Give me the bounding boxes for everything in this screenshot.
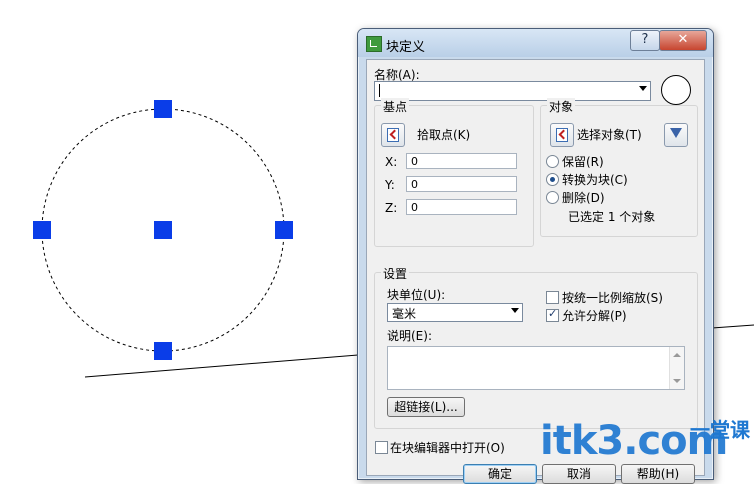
description-label: 说明(E): xyxy=(387,329,432,343)
select-objects-label: 选择对象(T) xyxy=(577,128,642,142)
y-input[interactable]: 0 xyxy=(406,176,517,192)
line-segment[interactable] xyxy=(84,354,359,378)
pick-point-button[interactable] xyxy=(381,123,405,147)
description-scrollbar[interactable] xyxy=(669,347,684,389)
title-bar[interactable]: 块定义 ? ✕ xyxy=(358,29,713,57)
retain-radio[interactable] xyxy=(546,155,559,168)
pick-point-icon xyxy=(387,128,399,142)
settings-title: 设置 xyxy=(381,265,410,282)
app-icon xyxy=(366,36,382,52)
help-button[interactable]: 帮助(H) xyxy=(621,464,695,484)
allow-explode-checkbox[interactable] xyxy=(546,307,559,322)
select-objects-icon xyxy=(556,128,568,142)
dialog-body: 名称(A): 基点 拾取点(K) X: 0 Y: 0 Z: 0 对象 选择对象(… xyxy=(366,59,705,484)
dialog-title: 块定义 xyxy=(386,40,426,55)
grip-center[interactable] xyxy=(154,221,172,239)
text-caret xyxy=(379,84,380,97)
select-objects-button[interactable] xyxy=(550,123,574,147)
z-label: Z: xyxy=(385,201,398,215)
x-input[interactable]: 0 xyxy=(406,153,517,169)
block-unit-select[interactable]: 毫米 xyxy=(387,303,523,322)
objects-title: 对象 xyxy=(547,98,576,115)
block-unit-label: 块单位(U): xyxy=(387,288,446,302)
base-point-title: 基点 xyxy=(381,98,410,115)
grip-right[interactable] xyxy=(275,221,293,239)
delete-radio[interactable] xyxy=(546,191,559,204)
close-button[interactable]: ✕ xyxy=(659,30,707,51)
allow-explode-label[interactable]: 允许分解(P) xyxy=(562,307,627,324)
delete-label[interactable]: 删除(D) xyxy=(562,189,605,206)
name-combobox[interactable] xyxy=(374,81,651,101)
line-segment-right[interactable] xyxy=(711,324,754,329)
scroll-down-icon[interactable] xyxy=(673,379,681,383)
convert-to-block-radio[interactable] xyxy=(546,173,559,186)
scale-uniformly-label[interactable]: 按统一比例缩放(S) xyxy=(562,289,663,306)
open-in-editor-label[interactable]: 在块编辑器中打开(O) xyxy=(390,439,505,456)
ok-button[interactable]: 确定 xyxy=(463,464,537,484)
cancel-button[interactable]: 取消 xyxy=(542,464,616,484)
x-label: X: xyxy=(385,155,398,169)
grip-left[interactable] xyxy=(33,221,51,239)
z-input[interactable]: 0 xyxy=(406,199,517,215)
pick-point-label: 拾取点(K) xyxy=(417,128,471,142)
description-textarea[interactable] xyxy=(387,346,685,390)
block-definition-dialog: 块定义 ? ✕ 名称(A): 基点 拾取点(K) X: 0 Y: 0 Z: 0 … xyxy=(357,28,714,484)
selected-count-status: 已选定 1 个对象 xyxy=(568,210,656,224)
convert-to-block-label[interactable]: 转换为块(C) xyxy=(562,171,628,188)
chevron-down-icon[interactable] xyxy=(511,308,519,313)
site-watermark-cn: 一堂课 xyxy=(690,418,750,442)
scale-uniformly-checkbox[interactable] xyxy=(546,291,559,304)
retain-label[interactable]: 保留(R) xyxy=(562,153,604,170)
quick-select-button[interactable] xyxy=(664,123,688,147)
open-in-editor-checkbox[interactable] xyxy=(375,441,388,454)
filter-icon xyxy=(670,128,682,138)
hyperlink-button[interactable]: 超链接(L)... xyxy=(387,397,465,417)
chevron-down-icon[interactable] xyxy=(639,86,647,91)
y-label: Y: xyxy=(385,178,395,192)
block-unit-value: 毫米 xyxy=(392,307,417,321)
scroll-up-icon[interactable] xyxy=(673,353,681,357)
grip-top[interactable] xyxy=(154,100,172,118)
grip-bottom[interactable] xyxy=(154,342,172,360)
title-help-button[interactable]: ? xyxy=(630,30,660,51)
block-preview xyxy=(661,75,691,105)
